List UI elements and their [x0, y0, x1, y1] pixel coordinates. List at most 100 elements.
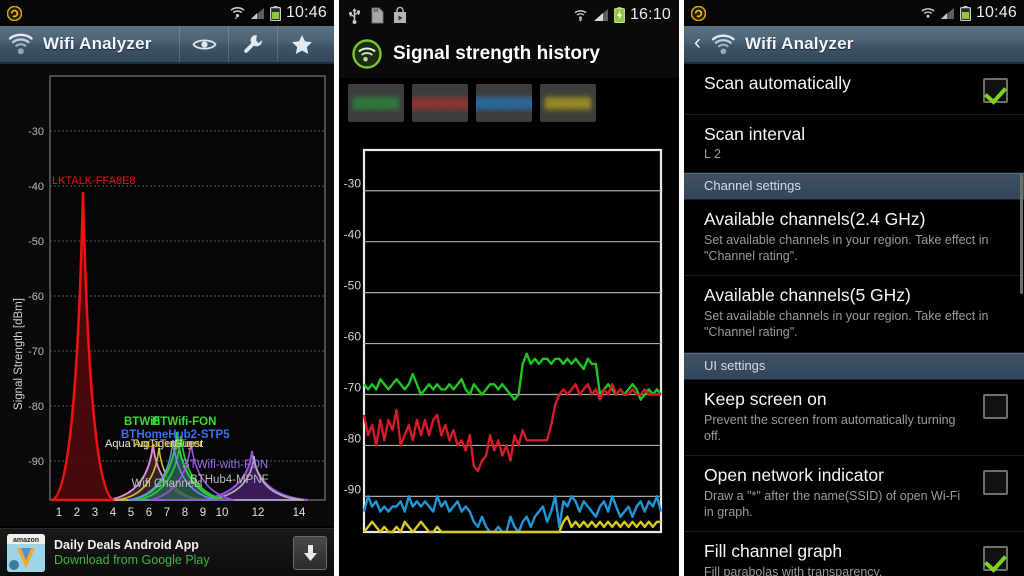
section-header-label: Channel settings [704, 177, 801, 193]
wrench-icon [242, 33, 264, 55]
wifi-analyzer-logo-icon [352, 39, 382, 69]
setting-row-open-network-indicator[interactable]: Open network indicator Draw a "*" after t… [684, 456, 1024, 533]
checkbox-keep-screen-on[interactable] [983, 393, 1008, 419]
setting-title: Open network indicator [704, 465, 884, 485]
setting-value: L 2 [704, 146, 721, 161]
signal-bars-icon [250, 7, 265, 20]
app-title-panel1: Wifi Analyzer [43, 34, 152, 53]
page-title-panel2: Signal strength history [393, 43, 600, 64]
svg-text:-50: -50 [28, 236, 44, 248]
status-bar-panel2: ! 16:10 [339, 0, 679, 30]
svg-text:4: 4 [110, 507, 117, 519]
signal-strength-history-graph[interactable]: -30 -40 -50 -60 -70 -80 -90 [339, 138, 679, 568]
y-axis-tick: -50 [344, 279, 362, 293]
legend-chip-label: ███████████ [476, 97, 532, 109]
ui-settings-header: UI settings [684, 352, 1024, 380]
status-time-panel3: 10:46 [975, 4, 1017, 21]
ssid-label: BTWifi-with-FON [182, 459, 268, 471]
wifi-channel-graph[interactable]: -30 -40 -50 -60 -70 -80 -90 Signal Stren… [0, 64, 334, 526]
status-time-panel2: 16:10 [629, 6, 671, 23]
setting-row-scan-interval[interactable]: Scan interval L 2 [684, 115, 1024, 173]
wrench-icon-button[interactable] [228, 26, 277, 62]
back-chevron-icon[interactable]: ‹ [692, 31, 707, 57]
title-bar-panel2: Signal strength history [339, 30, 679, 78]
setting-description: Draw a "*" after the name(SSID) of open … [704, 488, 961, 520]
battery-charging-icon [614, 7, 625, 24]
svg-text:9: 9 [200, 507, 206, 519]
y-axis-tick: -30 [344, 177, 362, 191]
section-header-label: UI settings [704, 357, 766, 373]
ssid-label: AquaTugTiger [134, 438, 203, 450]
status-bar-panel3: 10:46 [684, 0, 1024, 26]
scrollbar[interactable] [1020, 174, 1023, 294]
ssid-label: BTWifi-FON [152, 416, 216, 428]
svg-text:-80: -80 [28, 401, 44, 413]
signal-bars-icon [940, 7, 955, 20]
settings-list[interactable]: Scan automatically Scan interval L 2 Channe… [684, 64, 1024, 576]
svg-text:-60: -60 [28, 291, 44, 303]
setting-description: Prevent the screen from automatically tu… [704, 412, 956, 443]
ad-title: Daily Deals Android App [54, 538, 199, 552]
legend-chip[interactable]: █████████████ [412, 84, 468, 122]
setting-title: Available channels(2.4 GHz) [704, 208, 926, 229]
download-arrow-icon [302, 544, 319, 562]
status-bar-panel1: 10:46 [0, 0, 334, 26]
wifi-logo-icon [8, 32, 34, 56]
action-bar-panel1: Wifi Analyzer [0, 26, 334, 64]
setting-description: Fill parabolas with transparency. [704, 565, 883, 576]
app-title-panel3: Wifi Analyzer [745, 34, 854, 53]
setting-title: Keep screen on [704, 388, 827, 409]
ad-download-button[interactable] [293, 535, 327, 570]
three-phone-screenshots: 10:46 Wifi Analyzer -30 -40 -50 -60 -70 … [0, 0, 1024, 576]
svg-text:Signal Strength [dBm]: Signal Strength [dBm] [13, 298, 25, 410]
checkbox-open-network-indicator[interactable] [983, 470, 1008, 495]
checkbox-fill-channel-graph[interactable] [983, 546, 1008, 572]
legend-chip-label: ███████ [544, 97, 592, 109]
phone-panel-wifi-analyzer-graph: 10:46 Wifi Analyzer -30 -40 -50 -60 -70 … [0, 0, 334, 576]
y-axis-tick: -40 [344, 228, 362, 242]
svg-text:-70: -70 [28, 346, 44, 358]
y-axis-tick: -60 [344, 330, 362, 344]
ad-thumbnail: amazon [7, 533, 45, 572]
svg-text:6: 6 [146, 507, 152, 519]
setting-title: Scan automatically [704, 73, 851, 93]
svg-text:3: 3 [92, 507, 98, 519]
setting-row-scan-automatically[interactable]: Scan automatically [684, 64, 1024, 115]
svg-text:14: 14 [293, 507, 306, 519]
legend-chip[interactable]: ███████████ [476, 84, 532, 122]
setting-title: Scan interval [704, 124, 806, 144]
svg-text:10: 10 [216, 507, 229, 519]
svg-text:7: 7 [164, 507, 170, 519]
eye-icon-button[interactable] [179, 26, 228, 62]
ad-banner[interactable]: amazon Daily Deals Android App Download … [0, 528, 334, 576]
checkbox-scan-automatically[interactable] [983, 78, 1008, 103]
star-icon-button[interactable] [277, 26, 326, 62]
legend-chip-label: █████████████ [412, 97, 468, 109]
battery-icon [959, 5, 971, 21]
status-time-panel1: 10:46 [285, 4, 327, 21]
wifi-icon [230, 6, 245, 20]
setting-row-fill-channel-graph[interactable]: Fill channel graph Fill parabolas with tr… [684, 532, 1024, 576]
ssid-legend-chips: ███████ █████████████ ███████████ ██████… [339, 78, 679, 122]
wifi-icon [921, 7, 935, 20]
setting-row-available-channels-24[interactable]: Available channels(2.4 GHz) Set available… [684, 200, 1024, 277]
setting-row-keep-screen-on[interactable]: Keep screen on Prevent the screen from au… [684, 380, 1024, 456]
ssid-label: LKTALK-FFA8E8 [52, 175, 136, 187]
svg-text:!: ! [379, 14, 381, 23]
svg-text:amazon: amazon [13, 537, 39, 544]
svg-text:12: 12 [252, 507, 265, 519]
setting-row-available-channels-5[interactable]: Available channels(5 GHz) Set available c… [684, 276, 1024, 353]
play-store-icon [392, 6, 408, 24]
action-bar-panel3: ‹ Wifi Analyzer [684, 26, 1024, 64]
sd-card-icon: ! [369, 7, 385, 24]
svg-text:5: 5 [128, 507, 134, 519]
legend-chip-label: ███████ [352, 97, 400, 109]
legend-chip[interactable]: ███████ [348, 84, 404, 122]
signal-bars-icon [593, 8, 609, 22]
star-icon [291, 34, 313, 55]
ad-subtitle: Download from Google Play [54, 553, 210, 567]
app-circle-icon [6, 5, 23, 21]
legend-chip[interactable]: ███████ [540, 84, 596, 122]
setting-title: Fill channel graph [704, 541, 843, 562]
svg-text:-30: -30 [28, 126, 44, 138]
